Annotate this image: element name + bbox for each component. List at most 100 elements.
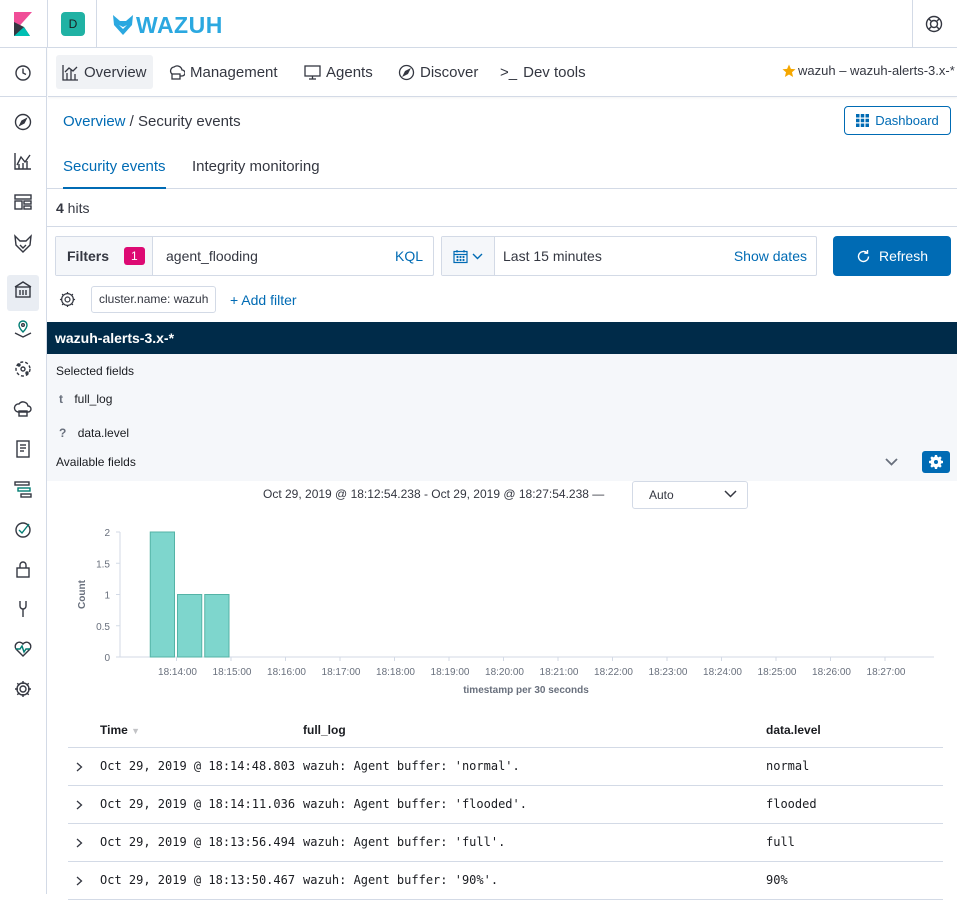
dashboard-icon[interactable] — [13, 192, 33, 212]
menu-overview[interactable]: Overview — [56, 55, 153, 89]
kql-language-toggle[interactable]: KQL — [395, 248, 423, 264]
hits-label: hits — [63, 200, 90, 216]
kibana-logo-icon[interactable] — [12, 12, 34, 36]
filter-pill-cluster-name[interactable]: cluster.name: wazuh — [91, 286, 217, 313]
agents-monitor-icon — [304, 64, 321, 80]
space-avatar[interactable]: D — [61, 12, 85, 36]
header-divider — [47, 0, 48, 48]
overview-chart-icon — [62, 64, 78, 81]
table-row[interactable]: Oct 29, 2019 @ 18:14:48.803 wazuh: Agent … — [68, 748, 943, 786]
fields-sidebar: Selected fields t full_log ? data.level … — [47, 354, 957, 481]
sort-down-icon[interactable]: ▼ — [131, 726, 140, 736]
cell-full-log: wazuh: Agent buffer: 'normal'. — [303, 759, 520, 773]
cell-time: Oct 29, 2019 @ 18:13:50.467 — [100, 873, 296, 887]
refresh-button[interactable]: Refresh — [833, 236, 951, 276]
canvas-icon[interactable] — [13, 279, 33, 299]
breadcrumb-overview-link[interactable]: Overview — [63, 113, 126, 130]
monitoring-heartbeat-icon[interactable] — [13, 639, 33, 659]
field-name: full_log — [74, 392, 113, 406]
wazuh-menu-bar: Overview Management Agents Discover >_ D… — [48, 48, 957, 97]
y-axis-title: Count — [77, 579, 88, 609]
chevron-right-icon[interactable] — [76, 876, 83, 886]
search-query-input[interactable]: agent_flooding — [166, 248, 258, 264]
grid-icon — [856, 114, 870, 127]
breadcrumb: Overview / Security events — [63, 113, 241, 130]
menu-discover[interactable]: Discover — [392, 55, 484, 89]
siem-lock-icon[interactable] — [13, 559, 33, 579]
left-nav — [0, 48, 47, 894]
column-header-time[interactable]: Time ▼ — [100, 712, 140, 749]
recently-viewed-clock-icon[interactable] — [13, 63, 33, 83]
index-pattern-label: wazuh – wazuh-alerts-3.x-* — [798, 63, 955, 78]
histogram-bar — [177, 594, 203, 658]
uptime-icon[interactable] — [13, 519, 33, 539]
menu-dev-tools[interactable]: >_ Dev tools — [494, 55, 592, 89]
chevron-down-icon[interactable] — [885, 458, 898, 466]
unknown-type-icon: ? — [59, 426, 67, 440]
hits-divider — [47, 226, 957, 227]
chevron-right-icon[interactable] — [76, 838, 83, 848]
x-tick-label: 18:15:00 — [213, 667, 252, 678]
chevron-right-icon[interactable] — [76, 800, 83, 810]
tab-security-events[interactable]: Security events — [63, 146, 166, 189]
query-bar: Filters 1 agent_flooding KQL — [55, 236, 434, 276]
index-pattern-title[interactable]: wazuh-alerts-3.x-* — [47, 322, 957, 354]
nav-divider — [0, 96, 47, 97]
menu-agents[interactable]: Agents — [298, 55, 379, 89]
filters-button[interactable]: Filters 1 — [56, 237, 153, 275]
wazuh-logo[interactable]: WAZUH — [112, 12, 223, 38]
selected-fields-heading: Selected fields — [56, 364, 135, 378]
date-range-label[interactable]: Last 15 minutes — [503, 248, 602, 264]
table-row[interactable]: Oct 29, 2019 @ 18:13:56.494 wazuh: Agent … — [68, 824, 943, 862]
cell-full-log: wazuh: Agent buffer: 'flooded'. — [303, 797, 527, 811]
breadcrumb-separator: / — [125, 113, 139, 130]
header-divider — [96, 0, 97, 48]
index-pattern-selector[interactable]: wazuh – wazuh-alerts-3.x-* — [782, 63, 955, 78]
tab-integrity-monitoring[interactable]: Integrity monitoring — [192, 146, 320, 189]
show-dates-link[interactable]: Show dates — [734, 248, 807, 264]
maps-icon[interactable] — [13, 319, 33, 339]
cell-data-level: 90% — [766, 873, 788, 887]
field-item-full-log[interactable]: t full_log — [59, 392, 112, 406]
menu-management-label: Management — [190, 63, 278, 81]
x-tick-label: 18:18:00 — [376, 667, 415, 678]
ml-icon[interactable] — [13, 359, 33, 379]
chevron-right-icon[interactable] — [76, 762, 83, 772]
visualize-chart-icon[interactable] — [13, 151, 33, 171]
menu-discover-label: Discover — [420, 63, 479, 81]
hits-count: 4 hits — [56, 200, 89, 216]
infrastructure-icon[interactable] — [13, 399, 33, 419]
management-gear-icon[interactable] — [13, 679, 33, 699]
y-tick-label: 1.5 — [96, 559, 110, 570]
wazuh-wolf-icon — [113, 15, 133, 35]
x-tick-label: 18:24:00 — [703, 667, 742, 678]
fields-settings-gear-icon[interactable] — [922, 451, 950, 473]
menu-agents-label: Agents — [326, 63, 373, 81]
column-header-full-log[interactable]: full_log — [303, 712, 346, 748]
logs-icon[interactable] — [13, 439, 33, 459]
add-filter-link[interactable]: + Add filter — [230, 292, 297, 308]
x-tick-label: 18:22:00 — [594, 667, 633, 678]
help-lifebuoy-icon[interactable] — [925, 15, 943, 33]
field-item-data-level[interactable]: ? data.level — [59, 426, 129, 440]
dashboard-button[interactable]: Dashboard — [844, 106, 951, 135]
wazuh-wolf-nav-icon[interactable] — [13, 234, 33, 254]
dev-tools-wrench-icon[interactable] — [13, 599, 33, 619]
y-tick-label: 0.5 — [96, 622, 110, 633]
apm-icon[interactable] — [13, 479, 33, 499]
interval-select[interactable]: Auto — [632, 481, 748, 509]
filters-label: Filters — [67, 248, 110, 264]
menu-management[interactable]: Management — [162, 55, 284, 89]
table-row[interactable]: Oct 29, 2019 @ 18:14:11.036 wazuh: Agent … — [68, 786, 943, 824]
cell-time: Oct 29, 2019 @ 18:14:48.803 — [100, 759, 296, 773]
hits-number: 4 — [56, 200, 64, 216]
discover-compass-icon[interactable] — [13, 112, 33, 132]
table-row[interactable]: Oct 29, 2019 @ 18:13:50.467 wazuh: Agent … — [68, 862, 943, 900]
y-tick-label: 0 — [104, 653, 110, 664]
date-quick-menu-button[interactable] — [442, 237, 495, 275]
wazuh-logo-text: WAZUH — [136, 11, 223, 38]
filter-settings-gear-icon[interactable] — [59, 291, 76, 308]
cell-full-log: wazuh: Agent buffer: '90%'. — [303, 873, 499, 887]
column-header-data-level[interactable]: data.level — [766, 712, 821, 748]
histogram-chart: 0 0.5 1 1.5 2 18:14:00 18:15:00 18:16:00 18:17:0… — [77, 528, 934, 696]
